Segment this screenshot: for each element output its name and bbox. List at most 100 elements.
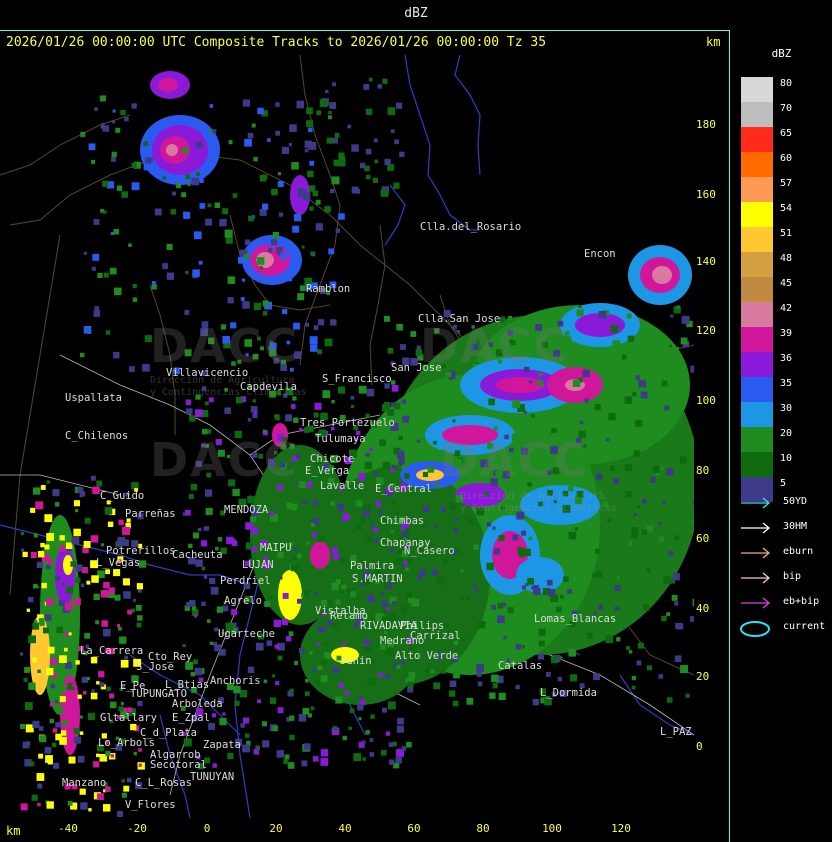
radar-pixel xyxy=(83,541,91,548)
top-bar: dBZ xyxy=(0,0,832,30)
radar-pixel xyxy=(136,622,142,628)
radar-pixel xyxy=(278,212,284,217)
radar-pixel xyxy=(319,99,328,108)
radar-pixel xyxy=(90,692,98,700)
place-label: Anchoris xyxy=(210,675,261,687)
radar-pixel xyxy=(318,535,325,543)
radar-pixel xyxy=(382,707,387,713)
radar-pixel xyxy=(430,669,435,674)
radar-pixel xyxy=(296,100,305,109)
arrow-icon xyxy=(741,572,771,584)
radar-pixel xyxy=(32,720,40,728)
radar-pixel xyxy=(54,700,59,704)
radar-pixel xyxy=(353,753,362,761)
place-label: Philips xyxy=(400,620,445,632)
radar-pixel xyxy=(33,583,38,589)
radar-pixel xyxy=(80,131,86,137)
radar-pixel xyxy=(86,677,90,681)
radar-pixel xyxy=(275,681,280,686)
radar-pixel xyxy=(315,679,321,684)
y-tick-label: 0 xyxy=(696,740,703,753)
radar-pixel xyxy=(103,210,107,214)
radar-pixel xyxy=(193,231,202,240)
radar-pixel xyxy=(256,257,265,265)
radar-pixel xyxy=(90,475,96,481)
radar-pixel xyxy=(170,209,176,215)
radar-map[interactable]: DACC DACC DACC DACC Dirección de Agricul… xyxy=(0,55,694,818)
radar-pixel xyxy=(342,735,347,741)
radar-pixel xyxy=(294,214,302,222)
radar-pixel xyxy=(282,308,288,315)
radar-pixel xyxy=(277,181,284,188)
radar-pixel xyxy=(79,731,84,735)
radar-pixel xyxy=(371,523,375,527)
radar-pixel xyxy=(299,481,306,489)
radar-pixel xyxy=(306,481,313,488)
radar-pixel xyxy=(477,681,483,687)
radar-pixel xyxy=(609,465,615,471)
radar-pixel xyxy=(118,519,124,526)
radar-pixel xyxy=(662,500,666,504)
y-tick-label: 100 xyxy=(696,394,716,407)
radar-pixel xyxy=(226,236,233,244)
radar-pixel xyxy=(404,527,411,534)
radar-pixel xyxy=(45,755,53,763)
radar-pixel xyxy=(408,672,416,679)
radar-pixel xyxy=(54,502,60,507)
radar-pixel xyxy=(306,120,313,127)
radar-pixel xyxy=(401,607,407,613)
radar-pixel xyxy=(350,591,356,597)
radar-pixel xyxy=(512,400,521,408)
composite-caption: 2026/01/26 00:00:00 UTC Composite Tracks… xyxy=(6,35,547,50)
radar-echo xyxy=(55,545,75,605)
radar-pixel xyxy=(194,667,203,676)
radar-pixel xyxy=(262,203,269,210)
radar-pixel xyxy=(492,683,498,689)
radar-pixel xyxy=(596,571,603,578)
radar-pixel xyxy=(120,109,126,116)
place-label: Manzano xyxy=(62,777,107,789)
watermark-subtitle: Dirección de Agricultura xyxy=(460,491,605,502)
legend-swatch xyxy=(741,402,773,427)
radar-pixel xyxy=(269,697,277,704)
radar-pixel xyxy=(331,176,340,185)
radar-pixel xyxy=(377,84,382,89)
radar-pixel xyxy=(310,251,315,256)
radar-pixel xyxy=(114,287,122,296)
radar-pixel xyxy=(309,160,315,166)
radar-pixel xyxy=(65,542,73,549)
radar-pixel xyxy=(110,232,114,235)
radar-pixel xyxy=(658,536,664,542)
radar-pixel xyxy=(103,804,111,812)
radar-pixel xyxy=(269,511,275,516)
radar-pixel xyxy=(627,335,635,342)
radar-pixel xyxy=(385,731,390,736)
radar-pixel xyxy=(97,272,103,279)
radar-pixel xyxy=(118,706,124,712)
place-label: Capdevila xyxy=(240,381,297,393)
radar-pixel xyxy=(59,696,66,703)
radar-pixel xyxy=(255,642,264,651)
radar-pixel xyxy=(494,548,501,555)
radar-pixel xyxy=(71,536,80,545)
radar-pixel xyxy=(52,728,58,733)
legend-swatch xyxy=(741,77,773,102)
radar-pixel xyxy=(74,736,82,744)
radar-pixel xyxy=(91,689,95,693)
radar-pixel xyxy=(64,647,68,652)
radar-pixel xyxy=(674,655,682,663)
radar-pixel xyxy=(187,120,192,125)
radar-pixel xyxy=(294,661,299,665)
radar-pixel xyxy=(433,440,437,445)
radar-pixel xyxy=(189,415,196,422)
radar-pixel xyxy=(314,402,322,410)
radar-pixel xyxy=(118,626,122,631)
radar-pixel xyxy=(449,503,457,510)
radar-pixel xyxy=(391,380,396,385)
radar-pixel xyxy=(316,110,322,116)
radar-pixel xyxy=(410,331,417,337)
place-label: Zapata xyxy=(203,739,241,751)
radar-pixel xyxy=(110,754,115,758)
radar-pixel xyxy=(41,582,47,589)
radar-pixel xyxy=(366,174,371,180)
